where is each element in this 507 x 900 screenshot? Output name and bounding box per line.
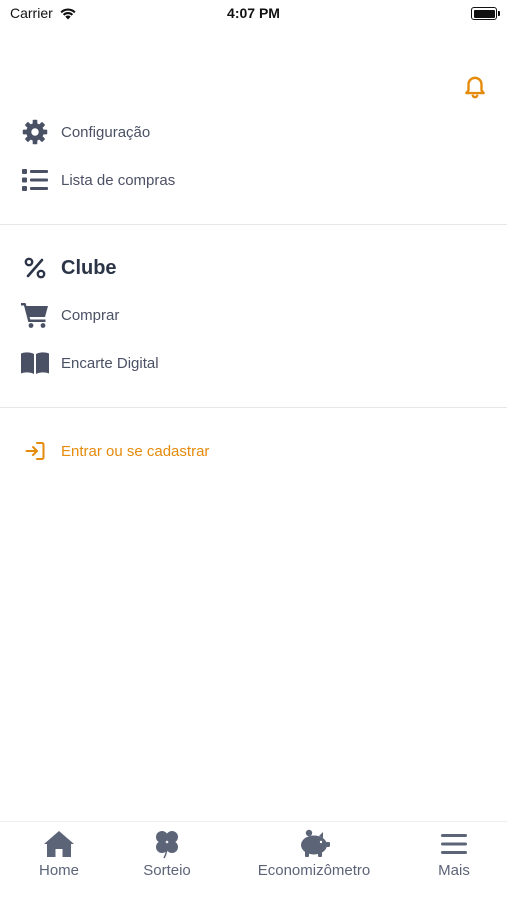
tab-label-sorteio: Sorteio <box>143 862 191 879</box>
tab-economizometro[interactable]: Economizômetro <box>249 828 379 879</box>
hamburger-icon <box>437 828 471 860</box>
status-bar: Carrier 4:07 PM <box>0 0 507 30</box>
piggy-bank-icon <box>297 828 331 860</box>
menu-label-comprar: Comprar <box>61 306 120 324</box>
menu-item-encarte-digital[interactable]: Encarte Digital <box>20 346 159 380</box>
tab-bar: Home Sorteio Economizômetro Mais <box>0 821 507 900</box>
login-label: Entrar ou se cadastrar <box>61 442 210 460</box>
tab-label-economizometro: Economizômetro <box>257 862 371 879</box>
clover-icon <box>150 828 184 860</box>
menu-label-configuracao: Configuração <box>61 123 151 141</box>
gear-icon <box>20 117 50 147</box>
sign-in-icon <box>20 436 50 466</box>
tab-label-mais: Mais <box>438 862 470 879</box>
cart-icon <box>20 300 50 330</box>
battery-icon <box>471 7 500 20</box>
menu-label-lista-de-compras: Lista de compras <box>61 171 176 189</box>
menu-item-configuracao[interactable]: Configuração <box>20 115 150 149</box>
divider <box>0 407 507 408</box>
menu-item-comprar[interactable]: Comprar <box>20 298 119 332</box>
status-time: 4:07 PM <box>227 5 280 21</box>
bell-icon[interactable] <box>462 73 488 99</box>
tab-sorteio[interactable]: Sorteio <box>102 828 232 879</box>
login-link[interactable]: Entrar ou se cadastrar <box>20 434 209 468</box>
menu-label-clube: Clube <box>61 256 117 279</box>
home-icon <box>42 828 76 860</box>
divider <box>0 224 507 225</box>
tab-label-home: Home <box>38 862 79 879</box>
menu-label-encarte-digital: Encarte Digital <box>61 354 159 372</box>
percent-icon <box>20 253 50 283</box>
book-icon <box>20 348 50 378</box>
menu-item-clube[interactable]: Clube <box>20 251 117 285</box>
menu-item-lista-de-compras[interactable]: Lista de compras <box>20 163 175 197</box>
list-icon <box>20 165 50 195</box>
tab-mais[interactable]: Mais <box>389 828 507 879</box>
